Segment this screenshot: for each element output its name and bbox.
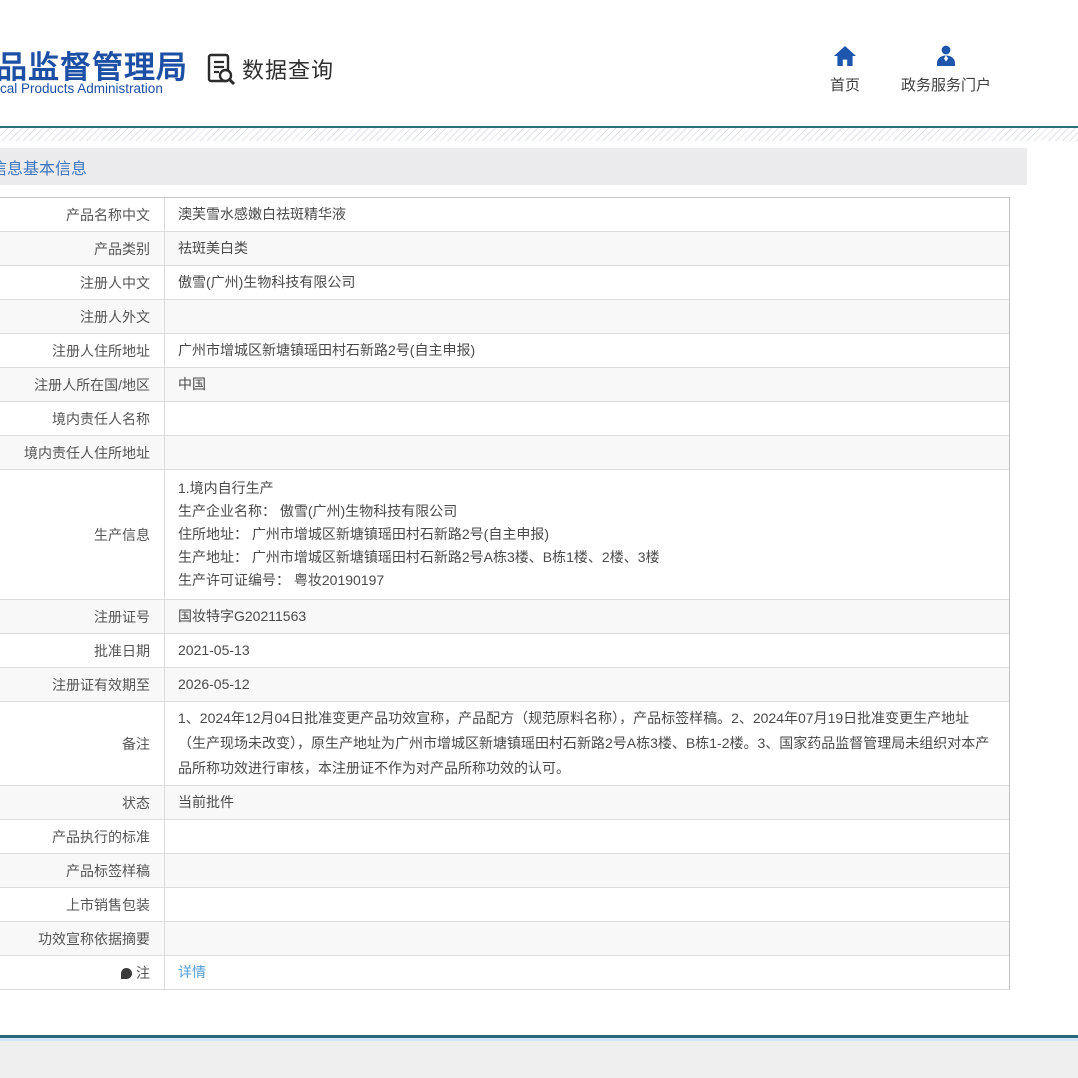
table-row: 注册证有效期至2026-05-12 xyxy=(0,668,1009,702)
row-value: 1、2024年12月04日批准变更产品功效宣称，产品配方（规范原料名称），产品标… xyxy=(165,702,1009,785)
row-label: 状态 xyxy=(0,786,165,819)
panel-title: 信息基本信息 xyxy=(0,155,87,179)
row-label: 注册人中文 xyxy=(0,266,165,299)
data-query-label: 数据查询 xyxy=(242,53,334,85)
nav-portal-label: 政务服务门户 xyxy=(893,74,999,95)
user-icon xyxy=(893,45,999,67)
row-value xyxy=(165,300,1009,333)
nav-home-label: 首页 xyxy=(818,74,872,95)
table-row: 注详情 xyxy=(0,956,1009,990)
nav-portal[interactable]: 政务服务门户 xyxy=(893,45,999,95)
row-label: 产品类别 xyxy=(0,232,165,265)
row-label: 境内责任人名称 xyxy=(0,402,165,435)
table-row: 产品标签样稿 xyxy=(0,854,1009,888)
home-icon xyxy=(818,45,872,67)
row-label: 批准日期 xyxy=(0,634,165,667)
detail-link[interactable]: 详情 xyxy=(178,961,206,983)
table-row: 注册人中文傲雪(广州)生物科技有限公司 xyxy=(0,266,1009,300)
row-value: 1.境内自行生产 生产企业名称： 傲雪(广州)生物科技有限公司 住所地址： 广州… xyxy=(165,470,1009,599)
row-value xyxy=(165,854,1009,887)
row-value: 傲雪(广州)生物科技有限公司 xyxy=(165,266,1009,299)
table-row: 境内责任人名称 xyxy=(0,402,1009,436)
row-value xyxy=(165,922,1009,955)
table-row: 产品执行的标准 xyxy=(0,820,1009,854)
row-value: 当前批件 xyxy=(165,786,1009,819)
table-row: 注册人住所地址广州市增城区新塘镇瑶田村石新路2号(自主申报) xyxy=(0,334,1009,368)
row-label: 产品执行的标准 xyxy=(0,820,165,853)
header-hatch-band xyxy=(0,128,1078,141)
row-value xyxy=(165,888,1009,921)
row-label: 注册人外文 xyxy=(0,300,165,333)
page-header: 品监督管理局 cal Products Administration 数据查询 … xyxy=(0,0,1078,126)
nav-home[interactable]: 首页 xyxy=(818,45,872,95)
row-label: 注册人住所地址 xyxy=(0,334,165,367)
table-row: 生产信息1.境内自行生产 生产企业名称： 傲雪(广州)生物科技有限公司 住所地址… xyxy=(0,470,1009,600)
row-label: 注册证有效期至 xyxy=(0,668,165,701)
table-row: 状态当前批件 xyxy=(0,786,1009,820)
row-label: 注册人所在国/地区 xyxy=(0,368,165,401)
table-row: 注册人所在国/地区中国 xyxy=(0,368,1009,402)
row-label: 备注 xyxy=(0,702,165,785)
row-label: 注 xyxy=(0,956,165,989)
row-value: 广州市增城区新塘镇瑶田村石新路2号(自主申报) xyxy=(165,334,1009,367)
row-label: 产品标签样稿 xyxy=(0,854,165,887)
row-value xyxy=(165,402,1009,435)
row-value: 国妆特字G20211563 xyxy=(165,600,1009,633)
row-value: 澳芙雪水感嫩白祛斑精华液 xyxy=(165,198,1009,231)
row-value: 2026-05-12 xyxy=(165,668,1009,701)
table-row: 上市销售包装 xyxy=(0,888,1009,922)
row-value xyxy=(165,436,1009,469)
site-logo-subtitle: cal Products Administration xyxy=(0,81,163,96)
table-row: 批准日期2021-05-13 xyxy=(0,634,1009,668)
table-row: 注册人外文 xyxy=(0,300,1009,334)
table-row: 备注1、2024年12月04日批准变更产品功效宣称，产品配方（规范原料名称），产… xyxy=(0,702,1009,786)
row-label: 产品名称中文 xyxy=(0,198,165,231)
table-row: 注册证号国妆特字G20211563 xyxy=(0,600,1009,634)
panel-title-bar: 信息基本信息 xyxy=(0,148,1027,185)
document-search-icon xyxy=(205,52,237,86)
row-value xyxy=(165,820,1009,853)
footer-background xyxy=(0,1041,1078,1078)
row-label: 功效宣称依据摘要 xyxy=(0,922,165,955)
row-label: 境内责任人住所地址 xyxy=(0,436,165,469)
info-table: 产品名称中文澳芙雪水感嫩白祛斑精华液产品类别祛斑美白类注册人中文傲雪(广州)生物… xyxy=(0,197,1010,990)
row-value: 详情 xyxy=(165,956,1009,989)
row-label: 注册证号 xyxy=(0,600,165,633)
row-value: 祛斑美白类 xyxy=(165,232,1009,265)
note-balloon-icon xyxy=(121,968,132,979)
table-row: 功效宣称依据摘要 xyxy=(0,922,1009,956)
row-value: 2021-05-13 xyxy=(165,634,1009,667)
table-row: 境内责任人住所地址 xyxy=(0,436,1009,470)
table-row: 产品类别祛斑美白类 xyxy=(0,232,1009,266)
row-label: 上市销售包装 xyxy=(0,888,165,921)
table-row: 产品名称中文澳芙雪水感嫩白祛斑精华液 xyxy=(0,198,1009,232)
row-label: 生产信息 xyxy=(0,470,165,599)
data-query-heading: 数据查询 xyxy=(205,52,334,86)
row-value: 中国 xyxy=(165,368,1009,401)
content-panel: 信息基本信息 产品名称中文澳芙雪水感嫩白祛斑精华液产品类别祛斑美白类注册人中文傲… xyxy=(0,148,1027,990)
